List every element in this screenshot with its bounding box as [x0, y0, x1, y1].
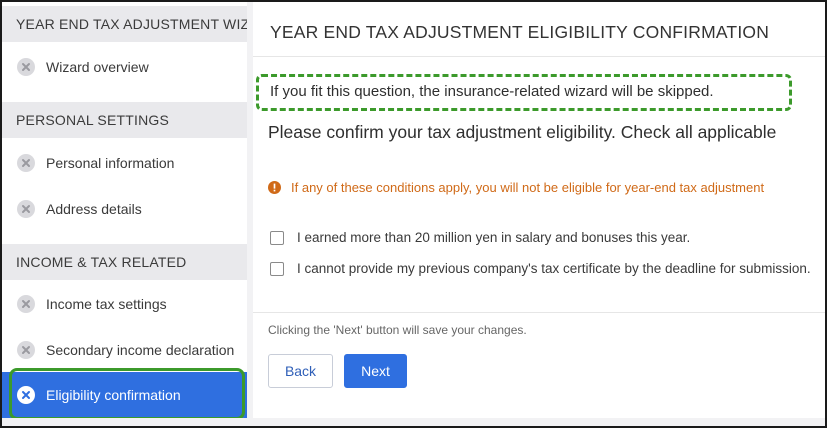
warning-text: If any of these conditions apply, you wi…: [291, 180, 765, 195]
sidebar-item-eligibility-confirmation[interactable]: Eligibility confirmation: [2, 372, 247, 418]
sidebar-item-address-details[interactable]: Address details: [2, 186, 247, 232]
condition-row-tax-certificate: I cannot provide my previous company's t…: [270, 261, 811, 276]
close-circle-icon: [17, 200, 35, 218]
sidebar-item-secondary-income[interactable]: Secondary income declaration: [2, 327, 247, 373]
wizard-sidebar: YEAR END TAX ADJUSTMENT WIZARD Wizard ov…: [2, 2, 247, 426]
section-header-personal-settings: PERSONAL SETTINGS: [2, 102, 247, 138]
condition-checkbox[interactable]: [270, 230, 284, 245]
sidebar-item-label: Address details: [46, 201, 142, 217]
warning-message: If any of these conditions apply, you wi…: [268, 180, 764, 195]
sidebar-item-income-tax-settings[interactable]: Income tax settings: [2, 281, 247, 327]
close-circle-icon: [17, 58, 35, 76]
callout-text: If you fit this question, the insurance-…: [270, 83, 714, 100]
sidebar-item-wizard-overview[interactable]: Wizard overview: [2, 44, 247, 90]
sidebar-item-label: Personal information: [46, 155, 175, 171]
page-title: YEAR END TAX ADJUSTMENT ELIGIBILITY CONF…: [270, 22, 770, 42]
main-panel: YEAR END TAX ADJUSTMENT ELIGIBILITY CONF…: [253, 2, 825, 426]
sidebar-item-label: Income tax settings: [46, 296, 167, 312]
close-circle-icon: [17, 341, 35, 359]
section-header-year-end: YEAR END TAX ADJUSTMENT WIZARD: [2, 6, 247, 42]
bottom-gutter: [2, 418, 825, 426]
app-frame: YEAR END TAX ADJUSTMENT WIZARD Wizard ov…: [0, 0, 827, 428]
next-button[interactable]: Next: [344, 354, 407, 388]
close-circle-icon: [17, 386, 35, 404]
condition-label[interactable]: I cannot provide my previous company's t…: [297, 261, 811, 276]
section-header-income-tax: INCOME & TAX RELATED: [2, 244, 247, 280]
sidebar-item-personal-information[interactable]: Personal information: [2, 140, 247, 186]
condition-row-high-income: I earned more than 20 million yen in sal…: [270, 230, 690, 245]
instruction-text: Please confirm your tax adjustment eligi…: [268, 122, 777, 142]
sidebar-item-label: Secondary income declaration: [46, 342, 235, 358]
condition-label[interactable]: I earned more than 20 million yen in sal…: [297, 230, 690, 245]
back-button[interactable]: Back: [268, 354, 333, 388]
sidebar-item-label: Eligibility confirmation: [46, 387, 181, 403]
warning-icon: [268, 181, 281, 194]
footer-divider: [253, 312, 825, 313]
sidebar-item-label: Wizard overview: [46, 59, 149, 75]
close-circle-icon: [17, 295, 35, 313]
condition-checkbox[interactable]: [270, 261, 284, 276]
title-divider: [253, 56, 825, 57]
save-note: Clicking the 'Next' button will save you…: [268, 323, 527, 337]
close-circle-icon: [17, 154, 35, 172]
